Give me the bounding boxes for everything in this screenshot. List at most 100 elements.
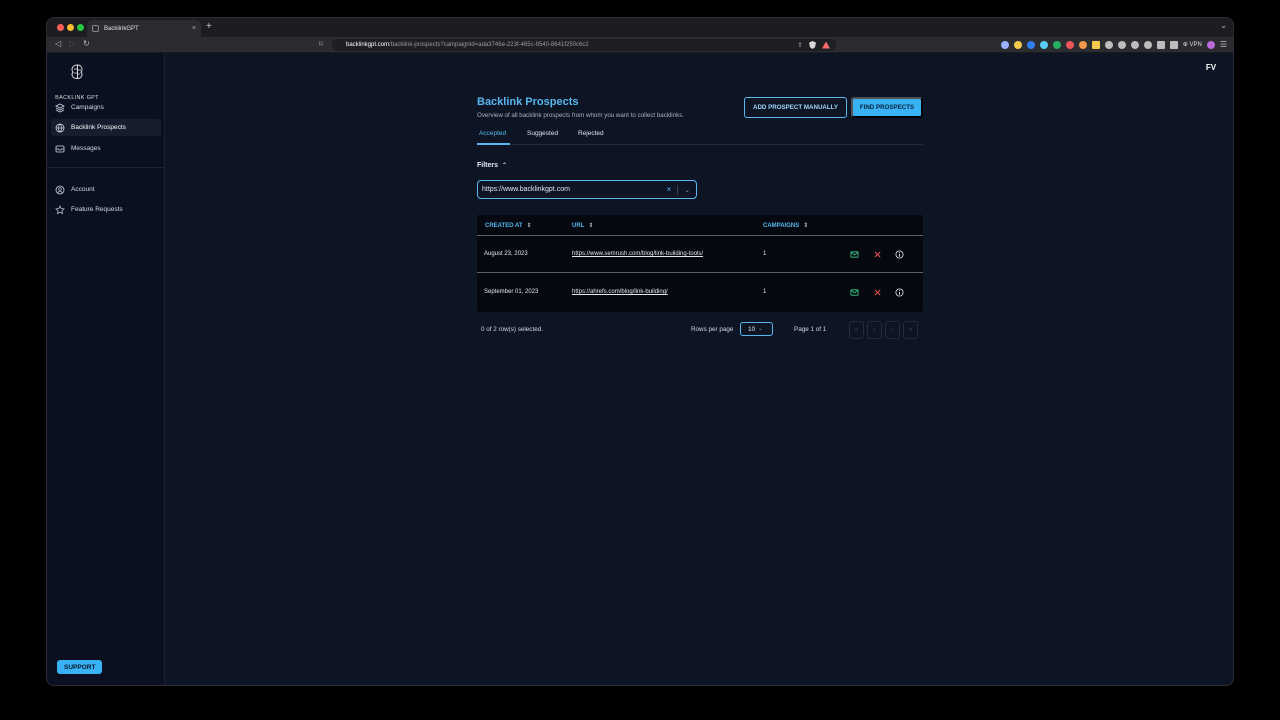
sort-icon: ⇕: [526, 223, 532, 229]
logo[interactable]: BACKLINK GPT: [55, 63, 99, 104]
first-page-button[interactable]: «: [849, 321, 864, 339]
reject-icon[interactable]: [872, 249, 882, 259]
bookmark-icon[interactable]: ⌑: [319, 40, 323, 48]
window-icon[interactable]: [1169, 40, 1178, 49]
column-header-campaigns[interactable]: CAMPAIGNS ⇕: [763, 222, 809, 230]
rows-per-page-select[interactable]: 10 ⌄: [740, 322, 773, 336]
page-indicator: Page 1 of 1: [794, 326, 827, 333]
sidebar-item-label: Account: [71, 186, 95, 193]
sidebar: BACKLINK GPT Campaigns Backlink Prospect…: [47, 53, 165, 685]
filters-toggle[interactable]: Filters ⌃: [477, 162, 507, 169]
sidebar-item-label: Messages: [71, 145, 101, 152]
app-content: BACKLINK GPT Campaigns Backlink Prospect…: [47, 53, 1233, 685]
extension-icon[interactable]: [1052, 40, 1061, 49]
chevron-up-icon: ⌃: [502, 163, 508, 169]
tab-suggested[interactable]: Suggested: [527, 130, 558, 137]
extension-icon[interactable]: [1104, 40, 1113, 49]
send-message-icon[interactable]: [849, 249, 859, 259]
sidebar-item-account[interactable]: Account: [51, 181, 161, 198]
column-header-created-at[interactable]: CREATED AT ⇕: [485, 222, 532, 230]
campaigns-count-cell: 1: [763, 289, 767, 295]
music-icon[interactable]: [1117, 40, 1126, 49]
clear-filter-icon[interactable]: ×: [666, 185, 671, 194]
browser-tab-title: BacklinkGPT: [104, 25, 139, 32]
url-path: /backlink-prospects?campaignId=ada3746e-…: [389, 42, 589, 48]
campaigns-count-cell: 1: [763, 251, 767, 257]
previous-page-button[interactable]: ‹: [867, 321, 882, 339]
extension-icon[interactable]: [1078, 40, 1087, 49]
new-tab-button[interactable]: +: [206, 21, 212, 32]
maximize-window-button[interactable]: [77, 24, 84, 31]
back-icon[interactable]: ◁: [55, 39, 61, 48]
table-row: August 23, 2023 https://www.semrush.com/…: [477, 236, 923, 273]
sidebar-item-backlink-prospects[interactable]: Backlink Prospects: [51, 119, 161, 136]
extension-icon[interactable]: [1000, 40, 1009, 49]
brave-rewards-icon[interactable]: [822, 41, 830, 49]
extension-icon[interactable]: [1039, 40, 1048, 49]
column-label: CREATED AT: [485, 222, 523, 229]
forward-icon[interactable]: ▷: [69, 39, 75, 48]
support-button[interactable]: SUPPORT: [57, 660, 103, 674]
prospects-table: CREATED AT ⇕ URL ⇕ CAMPAIGNS ⇕ August 23…: [477, 215, 923, 312]
prospect-tabs: Accepted Suggested Rejected: [477, 128, 923, 145]
tab-accepted[interactable]: Accepted: [479, 130, 506, 137]
sidebar-item-label: Feature Requests: [71, 206, 123, 213]
browser-tab[interactable]: BacklinkGPT ×: [87, 20, 201, 37]
share-icon[interactable]: ⇪: [797, 41, 803, 49]
sidebar-item-feature-requests[interactable]: Feature Requests: [51, 201, 161, 218]
avatar[interactable]: FV: [1201, 60, 1221, 74]
website-filter-select[interactable]: https://www.backlinkgpt.com × ⌄: [477, 180, 697, 199]
brain-logo-icon: [55, 63, 99, 84]
sidebar-item-label: Campaigns: [71, 104, 104, 111]
extension-icon[interactable]: [1013, 40, 1022, 49]
filters-label: Filters: [477, 162, 499, 169]
tab-rejected[interactable]: Rejected: [578, 130, 604, 137]
browser-tab-bar: BacklinkGPT × + ⌄: [47, 18, 1233, 37]
chevron-down-icon[interactable]: ⌄: [684, 186, 690, 194]
column-label: URL: [572, 222, 585, 229]
star-icon: [55, 204, 65, 215]
extension-icon[interactable]: [1091, 40, 1100, 49]
menu-icon[interactable]: ☰: [1220, 40, 1227, 49]
close-window-button[interactable]: [57, 24, 64, 31]
find-prospects-button[interactable]: FIND PROSPECTS: [851, 97, 923, 118]
reject-icon[interactable]: [872, 287, 882, 297]
page-title: Backlink Prospects: [477, 96, 579, 108]
browser-toolbar: ◁ ▷ ↻ ⌑ backlinkgpt.com /backlink-prospe…: [47, 37, 1233, 53]
prospect-url-link[interactable]: https://www.semrush.com/blog/link-buildi…: [572, 251, 703, 257]
prospect-url-link[interactable]: https://ahrefs.com/blog/link-building/: [572, 289, 668, 295]
download-icon[interactable]: [1130, 40, 1139, 49]
sidebar-item-messages[interactable]: Messages: [51, 140, 161, 157]
address-bar[interactable]: backlinkgpt.com /backlink-prospects?camp…: [332, 39, 836, 51]
active-tab-indicator: [477, 143, 510, 145]
sidebar-item-label: Backlink Prospects: [71, 124, 126, 131]
profile-icon[interactable]: [1206, 40, 1215, 49]
info-icon[interactable]: [894, 249, 904, 259]
page-subtitle: Overview of all backlink prospects from …: [477, 112, 685, 119]
column-header-url[interactable]: URL ⇕: [572, 222, 593, 230]
add-prospect-manually-button[interactable]: ADD PROSPECT MANUALLY: [744, 97, 847, 118]
brave-shield-icon[interactable]: [809, 41, 816, 49]
rows-per-page-value: 10: [748, 325, 756, 333]
selected-rows-text: 0 of 2 row(s) selected.: [481, 326, 543, 333]
created-at-cell: August 23, 2023: [484, 251, 528, 257]
send-message-icon[interactable]: [849, 287, 859, 297]
created-at-cell: September 01, 2023: [484, 289, 539, 295]
last-page-button[interactable]: »: [903, 321, 918, 339]
column-label: CAMPAIGNS: [763, 222, 800, 229]
sidebar-toggle-icon[interactable]: [1156, 40, 1165, 49]
extension-icon[interactable]: [1026, 40, 1035, 49]
wallet-icon[interactable]: [1143, 40, 1152, 49]
inbox-icon: [55, 144, 65, 154]
next-page-button[interactable]: ›: [885, 321, 900, 339]
reload-icon[interactable]: ↻: [83, 39, 90, 48]
rows-per-page-label: Rows per page: [691, 326, 734, 333]
info-icon[interactable]: [894, 287, 904, 297]
vpn-button[interactable]: ⊕ VPN: [1183, 41, 1202, 48]
sidebar-item-campaigns[interactable]: Campaigns: [51, 99, 161, 116]
extension-icon[interactable]: [1065, 40, 1074, 49]
minimize-window-button[interactable]: [67, 24, 74, 31]
tab-list-chevron-icon[interactable]: ⌄: [1220, 21, 1227, 30]
sort-icon: ⇕: [803, 223, 809, 229]
close-tab-icon[interactable]: ×: [192, 25, 196, 32]
